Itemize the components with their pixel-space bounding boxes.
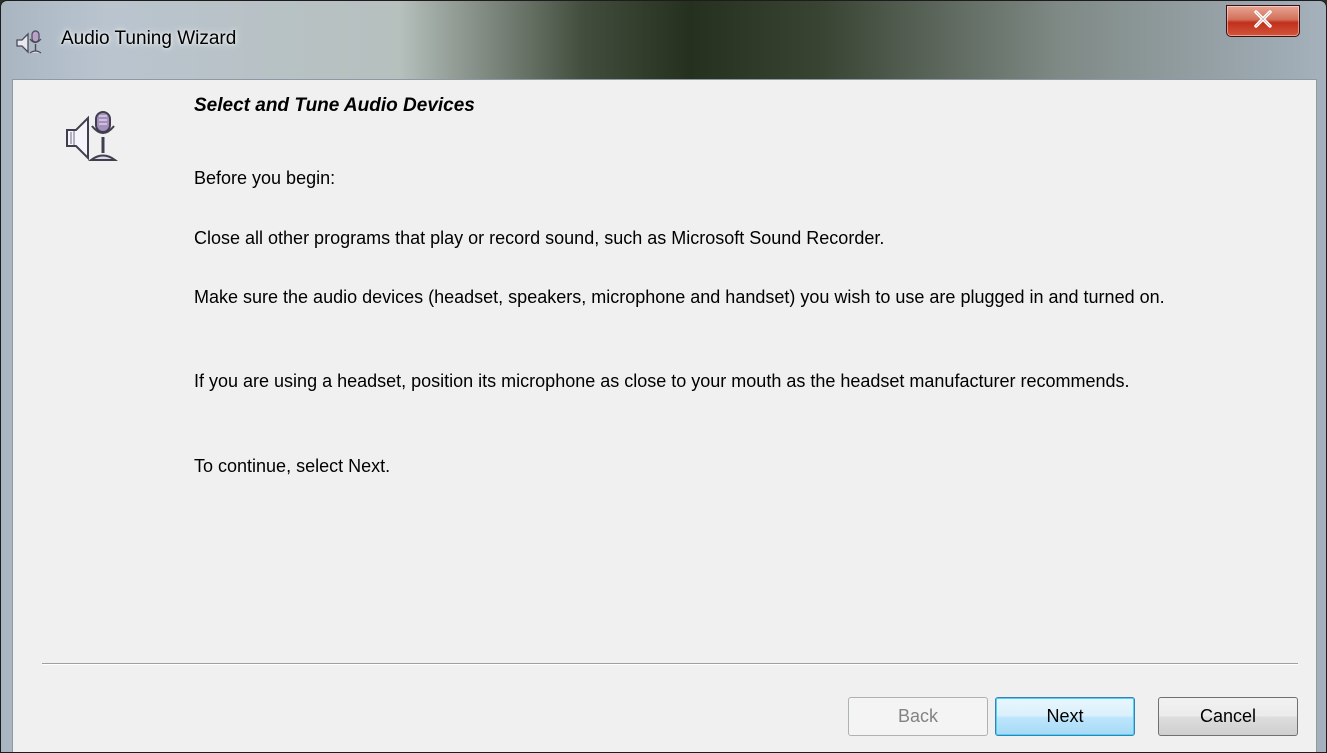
back-button[interactable]: Back — [848, 697, 988, 736]
continue-hint: To continue, select Next. — [194, 456, 391, 476]
window-title: Audio Tuning Wizard — [61, 28, 237, 49]
instruction-plug-in-devices: Make sure the audio devices (headset, sp… — [194, 287, 1165, 307]
next-button[interactable]: Next — [995, 697, 1135, 736]
instruction-close-programs: Close all other programs that play or re… — [194, 228, 885, 248]
cancel-button[interactable]: Cancel — [1158, 697, 1298, 736]
instruction-position-headset: If you are using a headset, position its… — [194, 371, 1130, 391]
wizard-window: Audio Tuning Wizard Select and Tune Audi… — [0, 0, 1327, 753]
close-button[interactable] — [1226, 5, 1300, 37]
title-bar[interactable]: Audio Tuning Wizard — [1, 1, 1326, 79]
speaker-microphone-icon — [63, 108, 123, 168]
intro-text: Before you begin: — [194, 168, 336, 188]
wizard-content: Select and Tune Audio Devices Before you… — [12, 79, 1317, 752]
button-divider — [42, 663, 1298, 665]
speaker-microphone-icon — [15, 29, 47, 57]
close-icon — [1253, 9, 1273, 33]
wizard-heading: Select and Tune Audio Devices — [194, 95, 475, 116]
